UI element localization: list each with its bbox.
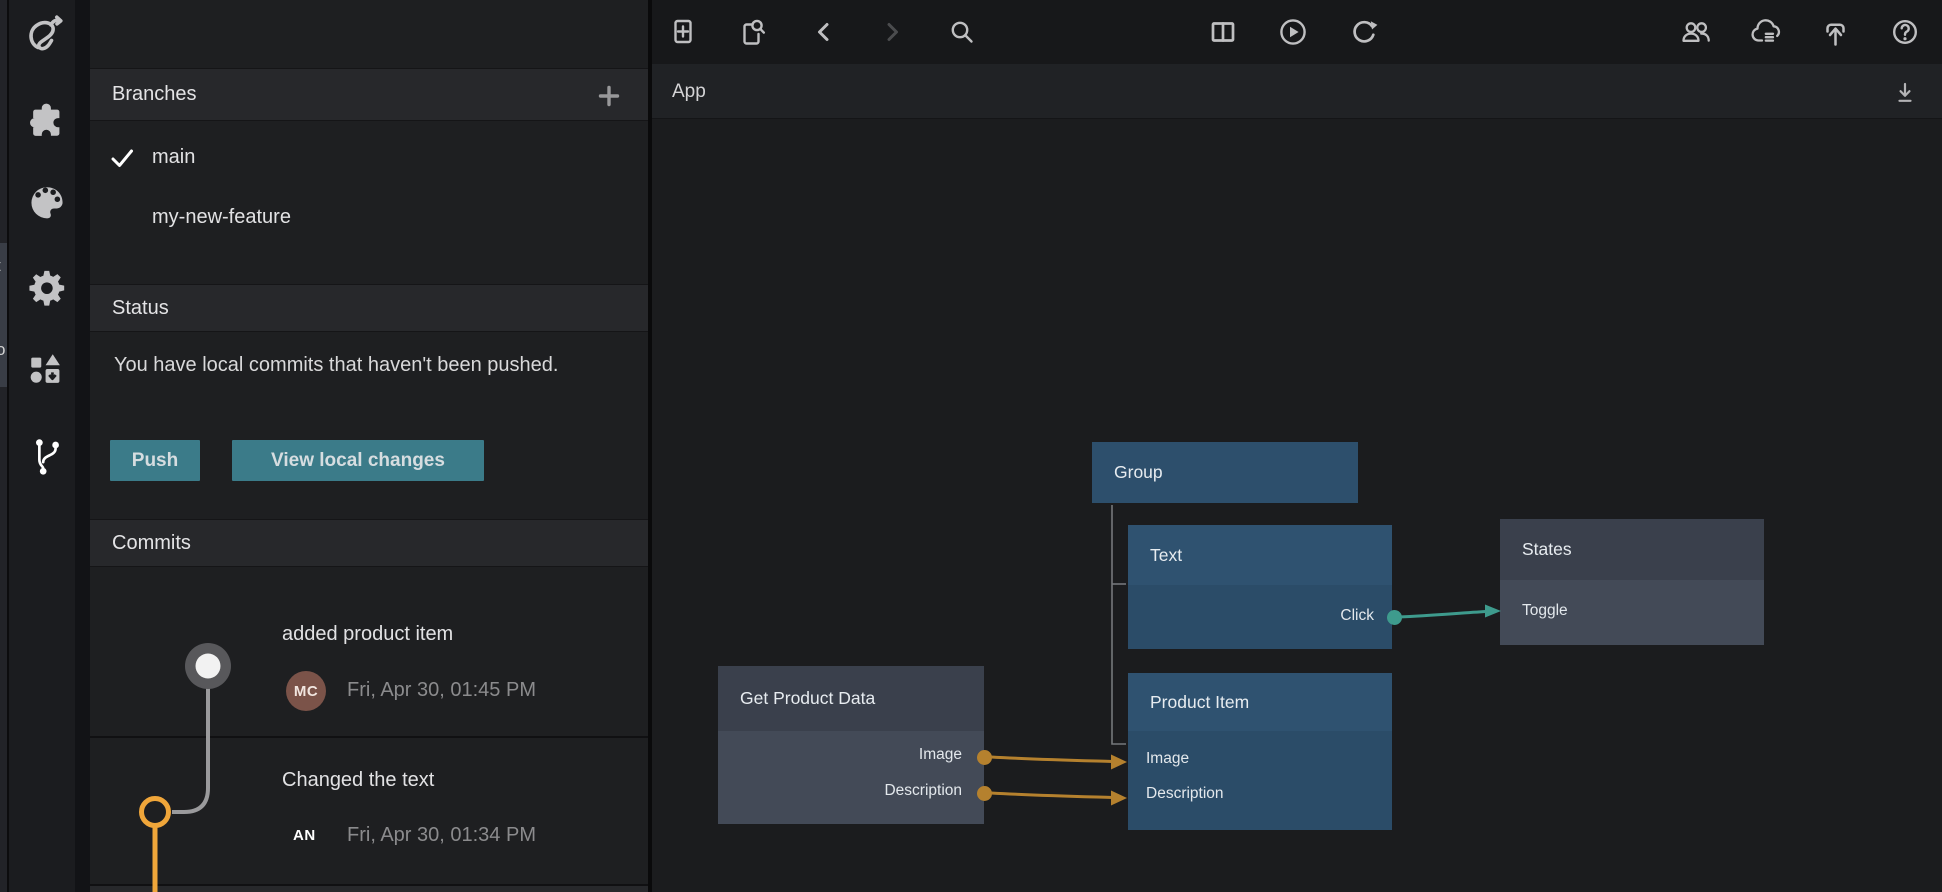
branches-title: Branches <box>112 83 197 106</box>
node-group[interactable]: Group <box>1092 442 1358 503</box>
commits-title: Commits <box>112 532 191 555</box>
import-download-button[interactable] <box>1890 77 1920 112</box>
view-local-changes-button[interactable]: View local changes <box>232 440 484 481</box>
download-icon <box>1890 77 1920 107</box>
publish-button[interactable] <box>1817 14 1853 50</box>
output-port-image[interactable]: Image <box>919 746 962 764</box>
node-product-item[interactable]: Product Item Image Description <box>1128 673 1392 830</box>
marketplace-icon[interactable] <box>22 345 72 395</box>
node-title: Text <box>1150 545 1182 566</box>
activity-bar <box>9 0 75 892</box>
push-button[interactable]: Push <box>110 440 200 481</box>
commit-message: added product item <box>282 623 453 646</box>
node-title: Group <box>1114 462 1163 483</box>
component-breadcrumb-bar: App <box>652 64 1942 119</box>
plus-icon <box>596 83 622 109</box>
node-title: Get Product Data <box>740 688 875 709</box>
nav-forward-button[interactable] <box>874 14 910 50</box>
current-branch-check-icon <box>107 143 137 173</box>
edge-text-fragment: o <box>0 340 5 360</box>
commit-author-avatar: MC <box>286 671 326 711</box>
divider <box>75 0 90 892</box>
settings-gear-icon[interactable] <box>22 263 72 313</box>
version-control-icon[interactable] <box>22 430 72 480</box>
preview-play-button[interactable] <box>1275 14 1311 50</box>
node-title: Product Item <box>1150 692 1249 713</box>
status-message: You have local commits that haven't been… <box>114 349 594 382</box>
commit-timestamp: Fri, Apr 30, 01:34 PM <box>347 824 536 847</box>
status-title: Status <box>112 297 169 320</box>
components-icon[interactable] <box>22 97 72 147</box>
add-node-button[interactable] <box>665 14 701 50</box>
component-search-button[interactable] <box>733 14 769 50</box>
help-button[interactable] <box>1887 14 1923 50</box>
next-section-header-partial <box>90 886 648 892</box>
branch-name: main <box>152 146 195 169</box>
hidden-panel-edge: t o <box>0 0 7 892</box>
collaborators-button[interactable] <box>1678 14 1714 50</box>
commit-row[interactable] <box>90 738 648 884</box>
noodl-editor-window: t o <box>0 0 1942 892</box>
cloud-services-button[interactable] <box>1747 14 1783 50</box>
node-title: States <box>1522 539 1572 560</box>
port-dot-click[interactable] <box>1387 610 1402 625</box>
node-get-product-data[interactable]: Get Product Data Image Description <box>718 666 984 824</box>
node-states[interactable]: States Toggle <box>1500 519 1764 645</box>
editor-toolbar <box>652 0 1942 64</box>
add-branch-button[interactable] <box>596 83 622 115</box>
commit-row[interactable] <box>90 567 648 737</box>
branch-row-my-new-feature[interactable]: my-new-feature <box>90 189 648 246</box>
node-text[interactable]: Text Click <box>1128 525 1392 649</box>
noodl-logo-icon[interactable] <box>22 8 72 58</box>
version-control-panel: Branches main my-new-feature Status You … <box>90 0 648 892</box>
styles-palette-icon[interactable] <box>22 178 72 228</box>
branch-row-main[interactable]: main <box>90 129 648 186</box>
commit-timestamp: Fri, Apr 30, 01:45 PM <box>347 679 536 702</box>
branches-section-header: Branches <box>90 68 648 121</box>
edge-text-fragment: t <box>0 256 1 276</box>
output-port-click[interactable]: Click <box>1340 607 1374 625</box>
input-port-image[interactable]: Image <box>1146 750 1189 768</box>
input-port-description[interactable]: Description <box>1146 785 1224 803</box>
input-port-toggle[interactable]: Toggle <box>1522 602 1568 620</box>
split-editor-button[interactable] <box>1205 14 1241 50</box>
commit-message: Changed the text <box>282 769 434 792</box>
commits-section-header: Commits <box>90 519 648 567</box>
commit-author-initials: AN <box>293 827 316 844</box>
hidden-panel-edge-highlight <box>0 243 7 387</box>
nav-back-button[interactable] <box>806 14 842 50</box>
refresh-button[interactable] <box>1346 14 1382 50</box>
branch-name: my-new-feature <box>152 206 291 229</box>
search-button[interactable] <box>944 14 980 50</box>
status-section-header: Status <box>90 284 648 332</box>
port-dot-description[interactable] <box>977 786 992 801</box>
breadcrumb-app[interactable]: App <box>672 64 706 119</box>
port-dot-image[interactable] <box>977 750 992 765</box>
output-port-description[interactable]: Description <box>884 782 962 800</box>
